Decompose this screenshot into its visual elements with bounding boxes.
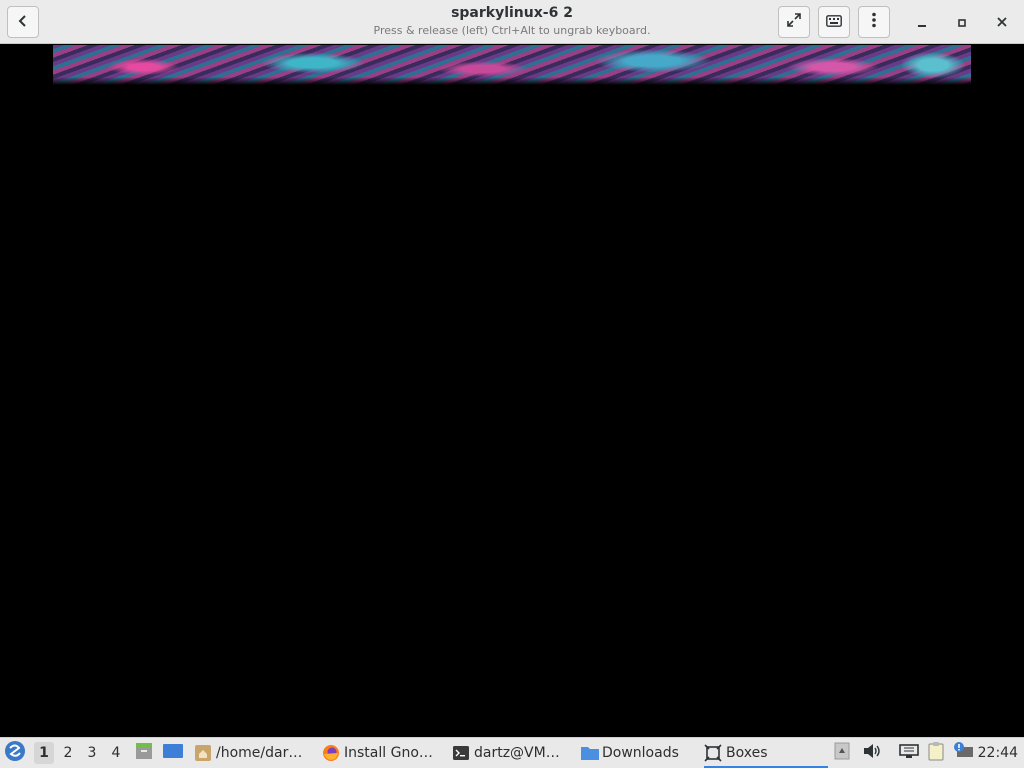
task-label: Install Gno… (344, 745, 433, 761)
clock[interactable]: 22:44 (978, 738, 1018, 768)
clipboard-button[interactable] (926, 738, 946, 768)
task-home-folder[interactable]: /home/dar… (194, 738, 310, 768)
window-title: sparkylinux-6 2 (451, 5, 573, 21)
terminal-icon (452, 744, 470, 762)
task-boxes[interactable]: Boxes (704, 738, 828, 768)
task-label: Downloads (602, 745, 679, 761)
keyboard-icon (826, 13, 842, 32)
minimize-button[interactable] (910, 10, 934, 34)
close-icon (996, 13, 1008, 32)
boxes-icon (704, 744, 722, 762)
task-terminal[interactable]: dartz@VM… (452, 738, 570, 768)
workspace-1[interactable]: 1 (34, 742, 54, 764)
task-label: /home/dar… (216, 745, 303, 761)
app-menu-button[interactable] (4, 738, 26, 768)
file-manager-launcher[interactable] (134, 738, 154, 768)
update-notification-icon (952, 741, 974, 765)
tray-arrow-icon (834, 741, 850, 765)
fullscreen-icon (786, 12, 802, 32)
updates-notifier-button[interactable] (952, 738, 974, 768)
network-button[interactable] (898, 738, 920, 768)
firefox-icon (322, 744, 340, 762)
task-firefox[interactable]: Install Gno… (322, 738, 440, 768)
show-desktop-button[interactable] (162, 738, 184, 768)
task-label: Boxes (726, 745, 768, 761)
maximize-icon (957, 13, 967, 32)
desktop-icon (162, 742, 184, 764)
workspace-4[interactable]: 4 (106, 742, 126, 764)
window-subtitle: Press & release (left) Ctrl+Alt to ungra… (373, 24, 651, 37)
back-arrow-icon (16, 13, 30, 32)
home-folder-icon (194, 744, 212, 762)
taskbar: 1 2 3 4 /home/dar… Install Gno… dartz@VM… (0, 737, 1024, 768)
header-bar: sparkylinux-6 2 Press & release (left) C… (0, 0, 1024, 44)
title-area: sparkylinux-6 2 Press & release (left) C… (300, 4, 724, 38)
network-wired-icon (898, 742, 920, 764)
close-button[interactable] (990, 10, 1014, 34)
volume-button[interactable] (862, 738, 882, 768)
vm-display[interactable] (0, 45, 1024, 737)
sparky-logo-icon (4, 740, 26, 766)
task-label: dartz@VM… (474, 745, 560, 761)
clipboard-icon (926, 741, 946, 765)
keyboard-button[interactable] (818, 6, 850, 38)
workspace-2[interactable]: 2 (58, 742, 78, 764)
fullscreen-button[interactable] (778, 6, 810, 38)
kebab-menu-icon (871, 12, 877, 32)
maximize-button[interactable] (950, 10, 974, 34)
menu-button[interactable] (858, 6, 890, 38)
minimize-icon (917, 13, 927, 32)
back-button[interactable] (7, 6, 39, 38)
folder-icon (580, 744, 599, 762)
workspace-3[interactable]: 3 (82, 742, 102, 764)
task-downloads[interactable]: Downloads (580, 738, 692, 768)
speaker-icon (862, 742, 882, 764)
tray-expand-button[interactable] (834, 738, 850, 768)
file-cabinet-icon (134, 741, 154, 765)
guest-wallpaper-strip (53, 45, 971, 85)
